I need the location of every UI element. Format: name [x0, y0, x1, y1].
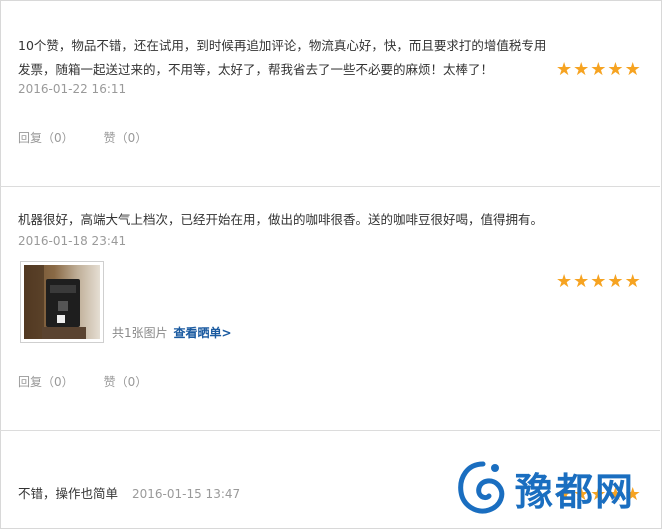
star-icon: ★: [556, 271, 573, 292]
review-date: 2016-01-18 23:41: [18, 234, 127, 248]
divider: [0, 186, 660, 187]
review-text: 不错，操作也简单: [18, 486, 119, 501]
review-text: 10个赞，物品不错，还在试用，到时候再追加评论，物流真心好，快，而且要求打的增值…: [18, 38, 547, 77]
site-watermark: 豫都网: [455, 458, 635, 518]
star-icon: ★: [624, 271, 641, 292]
divider: [0, 430, 660, 431]
star-icon: ★: [556, 59, 573, 80]
chevron-right-icon: >: [221, 326, 232, 340]
like-button[interactable]: 赞（0）: [104, 373, 148, 390]
view-photos-link[interactable]: 查看晒单>: [173, 326, 231, 340]
photo-summary: 共1张图片 查看晒单>: [112, 324, 232, 341]
review-actions: 回复（0） 赞（0）: [18, 129, 147, 146]
reply-button[interactable]: 回复（0）: [18, 373, 74, 390]
rating-stars: ★ ★ ★ ★ ★: [556, 273, 641, 291]
review-date: 2016-01-15 13:47: [132, 487, 241, 501]
like-button[interactable]: 赞（0）: [104, 129, 148, 146]
star-icon: ★: [573, 59, 590, 80]
watermark-text: 豫都网: [515, 468, 636, 514]
rating-stars: ★ ★ ★ ★ ★: [556, 61, 641, 79]
star-icon: ★: [590, 271, 607, 292]
swirl-logo-icon: [458, 461, 505, 514]
reply-button[interactable]: 回复（0）: [18, 129, 74, 146]
star-icon: ★: [624, 59, 641, 80]
star-icon: ★: [607, 59, 624, 80]
review-date: 2016-01-22 16:11: [18, 82, 127, 96]
star-icon: ★: [590, 59, 607, 80]
review-photo-thumbnail[interactable]: [20, 261, 104, 343]
star-icon: ★: [607, 271, 624, 292]
coffee-machine-photo: [24, 265, 100, 339]
review-text: 机器很好，高端大气上档次，已经开始在用，做出的咖啡很香。送的咖啡豆很好喝，值得拥…: [18, 212, 544, 227]
review-actions: 回复（0） 赞（0）: [18, 373, 147, 390]
star-icon: ★: [573, 271, 590, 292]
view-photos-label: 查看晒单: [173, 326, 222, 340]
photo-count: 共1张图片: [112, 326, 168, 340]
